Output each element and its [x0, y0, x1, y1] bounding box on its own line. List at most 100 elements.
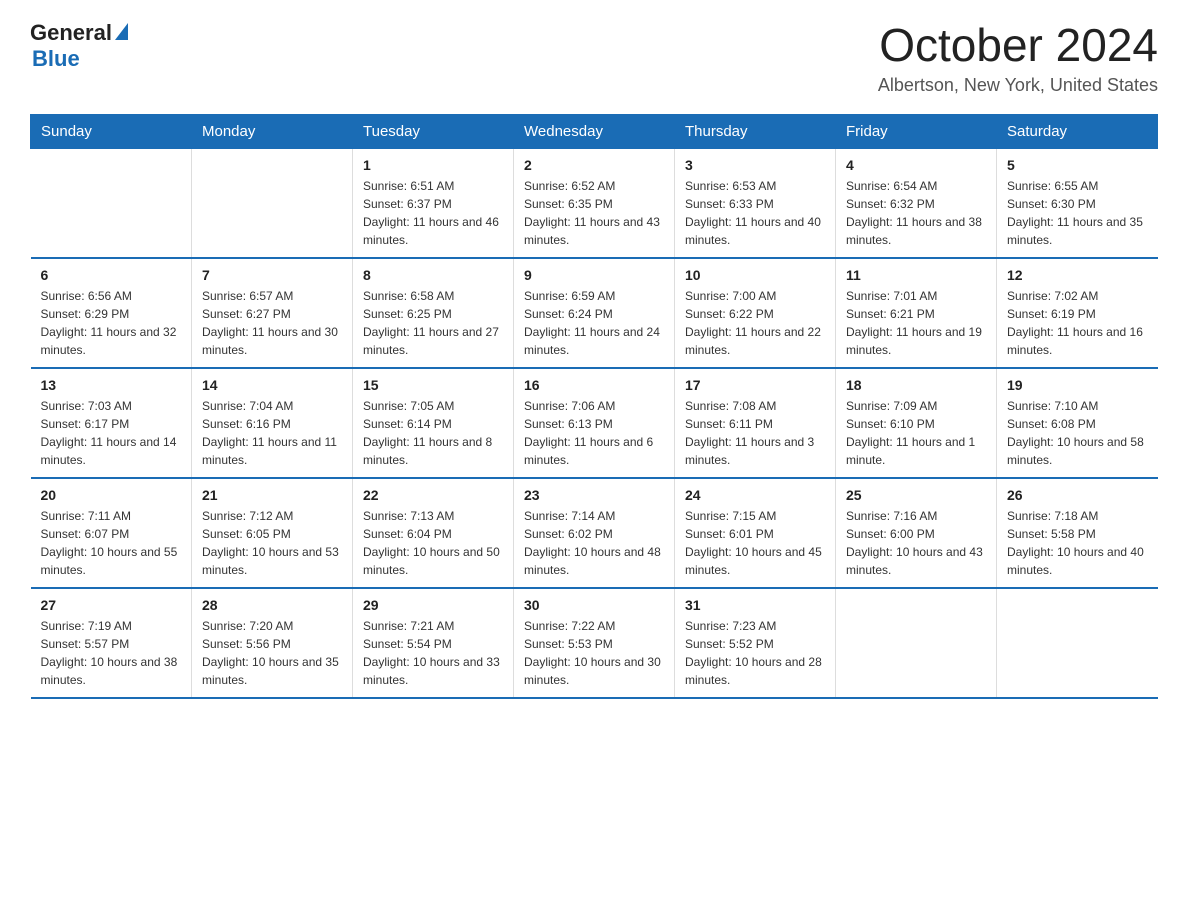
calendar-header-row: SundayMondayTuesdayWednesdayThursdayFrid… [31, 114, 1158, 148]
day-number: 2 [524, 157, 664, 173]
day-info: Sunrise: 6:57 AMSunset: 6:27 PMDaylight:… [202, 287, 342, 359]
calendar-cell: 6 Sunrise: 6:56 AMSunset: 6:29 PMDaylight… [31, 258, 192, 368]
day-number: 23 [524, 487, 664, 503]
day-info: Sunrise: 7:21 AMSunset: 5:54 PMDaylight:… [363, 617, 503, 689]
calendar-cell: 8 Sunrise: 6:58 AMSunset: 6:25 PMDaylight… [353, 258, 514, 368]
header-sunday: Sunday [31, 114, 192, 148]
day-info: Sunrise: 7:04 AMSunset: 6:16 PMDaylight:… [202, 397, 342, 469]
day-info: Sunrise: 7:00 AMSunset: 6:22 PMDaylight:… [685, 287, 825, 359]
header-monday: Monday [192, 114, 353, 148]
header-tuesday: Tuesday [353, 114, 514, 148]
day-info: Sunrise: 7:13 AMSunset: 6:04 PMDaylight:… [363, 507, 503, 579]
day-number: 6 [41, 267, 182, 283]
day-number: 11 [846, 267, 986, 283]
day-number: 17 [685, 377, 825, 393]
day-number: 20 [41, 487, 182, 503]
calendar-cell: 5 Sunrise: 6:55 AMSunset: 6:30 PMDaylight… [997, 148, 1158, 258]
calendar-week-row: 13Sunrise: 7:03 AMSunset: 6:17 PMDayligh… [31, 368, 1158, 478]
day-number: 24 [685, 487, 825, 503]
day-number: 19 [1007, 377, 1148, 393]
calendar-cell: 7 Sunrise: 6:57 AMSunset: 6:27 PMDaylight… [192, 258, 353, 368]
calendar-week-row: 1 Sunrise: 6:51 AMSunset: 6:37 PMDaylight… [31, 148, 1158, 258]
day-info: Sunrise: 6:59 AMSunset: 6:24 PMDaylight:… [524, 287, 664, 359]
day-number: 1 [363, 157, 503, 173]
calendar-cell: 31 Sunrise: 7:23 AMSunset: 5:52 PMDayligh… [675, 588, 836, 698]
calendar-cell: 18 Sunrise: 7:09 AMSunset: 6:10 PMDayligh… [836, 368, 997, 478]
day-info: Sunrise: 7:08 AMSunset: 6:11 PMDaylight:… [685, 397, 825, 469]
calendar-week-row: 20 Sunrise: 7:11 AMSunset: 6:07 PMDayligh… [31, 478, 1158, 588]
calendar-week-row: 6 Sunrise: 6:56 AMSunset: 6:29 PMDaylight… [31, 258, 1158, 368]
calendar-cell: 13Sunrise: 7:03 AMSunset: 6:17 PMDayligh… [31, 368, 192, 478]
header-wednesday: Wednesday [514, 114, 675, 148]
title-block: October 2024 Albertson, New York, United… [878, 20, 1158, 96]
day-info: Sunrise: 7:19 AMSunset: 5:57 PMDaylight:… [41, 617, 182, 689]
day-number: 22 [363, 487, 503, 503]
day-info: Sunrise: 7:16 AMSunset: 6:00 PMDaylight:… [846, 507, 986, 579]
day-number: 9 [524, 267, 664, 283]
calendar-cell: 24 Sunrise: 7:15 AMSunset: 6:01 PMDayligh… [675, 478, 836, 588]
logo: General Blue [30, 20, 128, 72]
day-info: Sunrise: 6:55 AMSunset: 6:30 PMDaylight:… [1007, 177, 1148, 249]
calendar-table: SundayMondayTuesdayWednesdayThursdayFrid… [30, 114, 1158, 700]
calendar-cell [192, 148, 353, 258]
calendar-cell: 16Sunrise: 7:06 AMSunset: 6:13 PMDayligh… [514, 368, 675, 478]
header-thursday: Thursday [675, 114, 836, 148]
day-info: Sunrise: 6:56 AMSunset: 6:29 PMDaylight:… [41, 287, 182, 359]
logo-triangle-icon [115, 23, 128, 40]
day-number: 15 [363, 377, 503, 393]
calendar-cell: 27Sunrise: 7:19 AMSunset: 5:57 PMDayligh… [31, 588, 192, 698]
day-info: Sunrise: 7:11 AMSunset: 6:07 PMDaylight:… [41, 507, 182, 579]
day-info: Sunrise: 7:18 AMSunset: 5:58 PMDaylight:… [1007, 507, 1148, 579]
day-info: Sunrise: 6:58 AMSunset: 6:25 PMDaylight:… [363, 287, 503, 359]
logo-text-general: General [30, 20, 112, 46]
calendar-cell: 4Sunrise: 6:54 AMSunset: 6:32 PMDaylight… [836, 148, 997, 258]
day-info: Sunrise: 7:05 AMSunset: 6:14 PMDaylight:… [363, 397, 503, 469]
day-number: 26 [1007, 487, 1148, 503]
day-info: Sunrise: 7:23 AMSunset: 5:52 PMDaylight:… [685, 617, 825, 689]
day-info: Sunrise: 6:52 AMSunset: 6:35 PMDaylight:… [524, 177, 664, 249]
calendar-cell: 25Sunrise: 7:16 AMSunset: 6:00 PMDayligh… [836, 478, 997, 588]
calendar-cell: 28Sunrise: 7:20 AMSunset: 5:56 PMDayligh… [192, 588, 353, 698]
calendar-cell: 22 Sunrise: 7:13 AMSunset: 6:04 PMDayligh… [353, 478, 514, 588]
calendar-cell: 26 Sunrise: 7:18 AMSunset: 5:58 PMDayligh… [997, 478, 1158, 588]
day-info: Sunrise: 7:12 AMSunset: 6:05 PMDaylight:… [202, 507, 342, 579]
day-info: Sunrise: 7:14 AMSunset: 6:02 PMDaylight:… [524, 507, 664, 579]
page-title: October 2024 [878, 20, 1158, 71]
day-number: 12 [1007, 267, 1148, 283]
day-info: Sunrise: 7:10 AMSunset: 6:08 PMDaylight:… [1007, 397, 1148, 469]
day-number: 31 [685, 597, 825, 613]
calendar-cell: 15 Sunrise: 7:05 AMSunset: 6:14 PMDayligh… [353, 368, 514, 478]
calendar-cell: 9 Sunrise: 6:59 AMSunset: 6:24 PMDaylight… [514, 258, 675, 368]
calendar-cell: 30Sunrise: 7:22 AMSunset: 5:53 PMDayligh… [514, 588, 675, 698]
day-info: Sunrise: 7:15 AMSunset: 6:01 PMDaylight:… [685, 507, 825, 579]
day-number: 13 [41, 377, 182, 393]
calendar-cell: 12Sunrise: 7:02 AMSunset: 6:19 PMDayligh… [997, 258, 1158, 368]
calendar-cell: 14 Sunrise: 7:04 AMSunset: 6:16 PMDayligh… [192, 368, 353, 478]
calendar-cell: 11 Sunrise: 7:01 AMSunset: 6:21 PMDayligh… [836, 258, 997, 368]
day-info: Sunrise: 7:09 AMSunset: 6:10 PMDaylight:… [846, 397, 986, 469]
day-number: 7 [202, 267, 342, 283]
calendar-cell [836, 588, 997, 698]
header-saturday: Saturday [997, 114, 1158, 148]
day-number: 3 [685, 157, 825, 173]
calendar-cell: 3Sunrise: 6:53 AMSunset: 6:33 PMDaylight… [675, 148, 836, 258]
calendar-cell [997, 588, 1158, 698]
day-number: 8 [363, 267, 503, 283]
calendar-cell: 10 Sunrise: 7:00 AMSunset: 6:22 PMDayligh… [675, 258, 836, 368]
day-number: 14 [202, 377, 342, 393]
day-number: 18 [846, 377, 986, 393]
day-number: 10 [685, 267, 825, 283]
calendar-cell: 2 Sunrise: 6:52 AMSunset: 6:35 PMDaylight… [514, 148, 675, 258]
page-header: General Blue October 2024 Albertson, New… [30, 20, 1158, 96]
day-number: 5 [1007, 157, 1148, 173]
calendar-cell: 20 Sunrise: 7:11 AMSunset: 6:07 PMDayligh… [31, 478, 192, 588]
day-info: Sunrise: 7:06 AMSunset: 6:13 PMDaylight:… [524, 397, 664, 469]
day-info: Sunrise: 7:22 AMSunset: 5:53 PMDaylight:… [524, 617, 664, 689]
day-info: Sunrise: 7:01 AMSunset: 6:21 PMDaylight:… [846, 287, 986, 359]
day-number: 21 [202, 487, 342, 503]
calendar-week-row: 27Sunrise: 7:19 AMSunset: 5:57 PMDayligh… [31, 588, 1158, 698]
day-info: Sunrise: 6:51 AMSunset: 6:37 PMDaylight:… [363, 177, 503, 249]
calendar-cell: 19 Sunrise: 7:10 AMSunset: 6:08 PMDayligh… [997, 368, 1158, 478]
day-info: Sunrise: 6:54 AMSunset: 6:32 PMDaylight:… [846, 177, 986, 249]
calendar-cell: 17 Sunrise: 7:08 AMSunset: 6:11 PMDayligh… [675, 368, 836, 478]
